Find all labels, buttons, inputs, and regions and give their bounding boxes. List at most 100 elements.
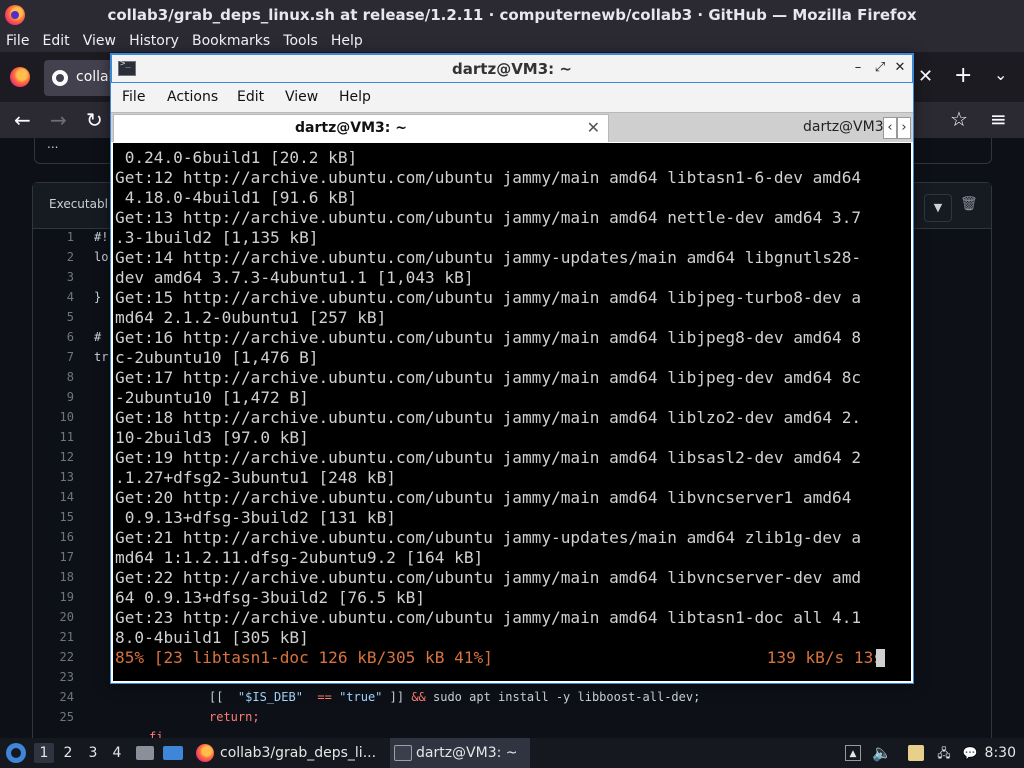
terminal-line: 8.0-4build1 [305 kB] xyxy=(115,628,309,647)
code-token: ]] xyxy=(382,690,412,704)
tab-scroll-left-icon[interactable]: ‹ xyxy=(883,117,897,139)
code-line-number: 19 xyxy=(59,590,74,604)
term-menu-help[interactable]: Help xyxy=(339,89,371,105)
code-token: sudo apt install -y libboost-all-dev; xyxy=(425,690,701,704)
app-menu-icon[interactable]: ≡ xyxy=(990,107,1007,131)
code-line-number: 21 xyxy=(59,630,74,644)
terminal-line: 0.24.0-6build1 [20.2 kB] xyxy=(115,148,358,167)
code-line-number: 13 xyxy=(59,470,74,484)
terminal-line: Get:16 http://archive.ubuntu.com/ubuntu … xyxy=(115,328,862,347)
taskbar-task-terminal[interactable]: dartz@VM3: ~ xyxy=(390,738,530,768)
terminal-line: Get:13 http://archive.ubuntu.com/ubuntu … xyxy=(115,208,862,227)
clipboard-icon[interactable] xyxy=(908,745,924,761)
code-token: [[ xyxy=(209,690,238,704)
tab-scroll-right-icon[interactable]: › xyxy=(897,117,911,139)
workspace-3[interactable]: 3 xyxy=(83,743,103,763)
firefox-menubar: File Edit View History Bookmarks Tools H… xyxy=(0,30,1024,52)
ff-menu-help[interactable]: Help xyxy=(325,31,363,49)
terminal-line: Get:14 http://archive.ubuntu.com/ubuntu … xyxy=(115,248,862,267)
terminal-menubar: File Actions Edit View Help xyxy=(111,83,913,112)
terminal-tab-label: dartz@VM3: ~ xyxy=(295,120,407,136)
close-window-icon[interactable]: ✕ xyxy=(892,59,908,77)
reload-icon[interactable]: ↻ xyxy=(86,108,103,132)
firefox-tab-github[interactable]: collab xyxy=(44,60,118,96)
terminal-line: 64 0.9.13+dfsg-3build2 [76.5 kB] xyxy=(115,588,426,607)
list-tabs-icon[interactable]: ⌄ xyxy=(994,65,1007,84)
terminal-line: Get:20 http://archive.ubuntu.com/ubuntu … xyxy=(115,488,852,507)
github-icon xyxy=(52,70,68,86)
app-menu-icon[interactable] xyxy=(6,743,26,763)
terminal-titlebar[interactable]: dartz@VM3: ~ – ⤢ ✕ xyxy=(111,54,913,83)
terminal-line: 0.9.13+dfsg-3build2 [131 kB] xyxy=(115,508,396,527)
terminal-line: md64 1:1.2.11.dfsg-2ubuntu9.2 [164 kB] xyxy=(115,548,484,567)
code-token: && xyxy=(411,690,426,704)
terminal-tab-inactive[interactable]: dartz@VM3: ~ xyxy=(611,114,883,142)
workspace-4[interactable]: 4 xyxy=(107,743,127,763)
term-menu-file[interactable]: File xyxy=(122,89,145,105)
code-line-number: 12 xyxy=(59,450,74,464)
terminal-line: Get:15 http://archive.ubuntu.com/ubuntu … xyxy=(115,288,862,307)
code-line-number: 20 xyxy=(59,610,74,624)
ff-menu-history[interactable]: History xyxy=(123,31,179,49)
code-line-number: 25 xyxy=(59,710,74,724)
code-line-number: 8 xyxy=(66,370,74,384)
trash-icon[interactable]: 🗑 xyxy=(960,196,978,212)
ff-menu-file[interactable]: File xyxy=(0,31,29,49)
terminal-line: Get:23 http://archive.ubuntu.com/ubuntu … xyxy=(115,608,862,627)
terminal-output[interactable]: 0.24.0-6build1 [20.2 kB] Get:12 http://ar… xyxy=(113,143,911,681)
terminal-line: Get:18 http://archive.ubuntu.com/ubuntu … xyxy=(115,408,862,427)
code-token: == xyxy=(302,690,340,704)
eject-icon[interactable]: ▲ xyxy=(845,745,861,761)
terminal-line: Get:21 http://archive.ubuntu.com/ubuntu … xyxy=(115,528,862,547)
firefox-view-icon[interactable] xyxy=(10,67,30,87)
terminal-tab-active[interactable]: dartz@VM3: ~ ✕ xyxy=(113,114,609,142)
show-desktop-icon[interactable] xyxy=(163,746,183,760)
terminal-line: -2ubuntu10 [1,472 B] xyxy=(115,388,309,407)
code-fragment: fi xyxy=(149,730,164,738)
ff-menu-view[interactable]: View xyxy=(77,31,116,49)
ff-menu-tools[interactable]: Tools xyxy=(277,31,318,49)
close-tab-icon[interactable]: ✕ xyxy=(918,66,933,87)
term-menu-edit[interactable]: Edit xyxy=(237,89,264,105)
code-fragment: # xyxy=(94,330,102,344)
maximize-icon[interactable]: ⤢ xyxy=(872,59,888,77)
term-menu-view[interactable]: View xyxy=(285,89,318,105)
code-line-number: 14 xyxy=(59,490,74,504)
volume-icon[interactable]: 🔈 xyxy=(872,745,892,761)
back-icon[interactable]: ← xyxy=(14,108,31,132)
term-menu-actions[interactable]: Actions xyxy=(167,89,218,105)
code-line-number: 15 xyxy=(59,510,74,524)
terminal-line: .3-1build2 [1,135 kB] xyxy=(115,228,319,247)
code-fragment: lo xyxy=(94,250,109,264)
new-tab-icon[interactable]: + xyxy=(954,63,972,88)
file-actions-dropdown[interactable]: ▼ xyxy=(924,194,952,222)
workspace-1[interactable]: 1 xyxy=(34,743,54,763)
ff-menu-edit[interactable]: Edit xyxy=(37,31,70,49)
bookmark-star-icon[interactable]: ☆ xyxy=(950,107,968,131)
file-manager-icon[interactable] xyxy=(136,746,154,760)
terminal-line: .1.27+dfsg2-3ubuntu1 [248 kB] xyxy=(115,468,396,487)
terminal-line: 10-2build3 [97.0 kB] xyxy=(115,428,309,447)
code-fragment: } xyxy=(94,290,102,304)
firefox-icon xyxy=(196,744,214,762)
network-icon[interactable]: 🖧 xyxy=(936,745,952,761)
ff-menu-bookmarks[interactable]: Bookmarks xyxy=(186,31,270,49)
firefox-window-title: collab3/grab_deps_linux.sh at release/1.… xyxy=(107,6,917,24)
terminal-progress-line: 85% [23 libtasn1-doc 126 kB/305 kB 41%] xyxy=(115,648,493,667)
code-fragment: tr xyxy=(94,350,109,364)
code-line-number: 6 xyxy=(66,330,74,344)
taskbar-task-label: dartz@VM3: ~ xyxy=(416,745,518,761)
terminal-tab-label: dartz@VM3: ~ xyxy=(803,119,883,135)
workspace-2[interactable]: 2 xyxy=(58,743,78,763)
code-line-number: 22 xyxy=(59,650,74,664)
code-line-number: 9 xyxy=(66,390,74,404)
terminal-tabbar: dartz@VM3: ~ ✕ dartz@VM3: ~ ‹ › xyxy=(111,112,913,142)
taskbar-task-firefox[interactable]: collab3/grab_deps_li... xyxy=(194,738,382,768)
code-line-number: 1 xyxy=(66,230,74,244)
forward-icon[interactable]: → xyxy=(50,108,67,132)
close-tab-icon[interactable]: ✕ xyxy=(587,118,600,137)
file-mode-label: Executabl xyxy=(49,197,108,211)
code-line-number: 7 xyxy=(66,350,74,364)
code-token: "$IS_DEB" xyxy=(237,690,303,704)
minimize-icon[interactable]: – xyxy=(850,59,866,77)
